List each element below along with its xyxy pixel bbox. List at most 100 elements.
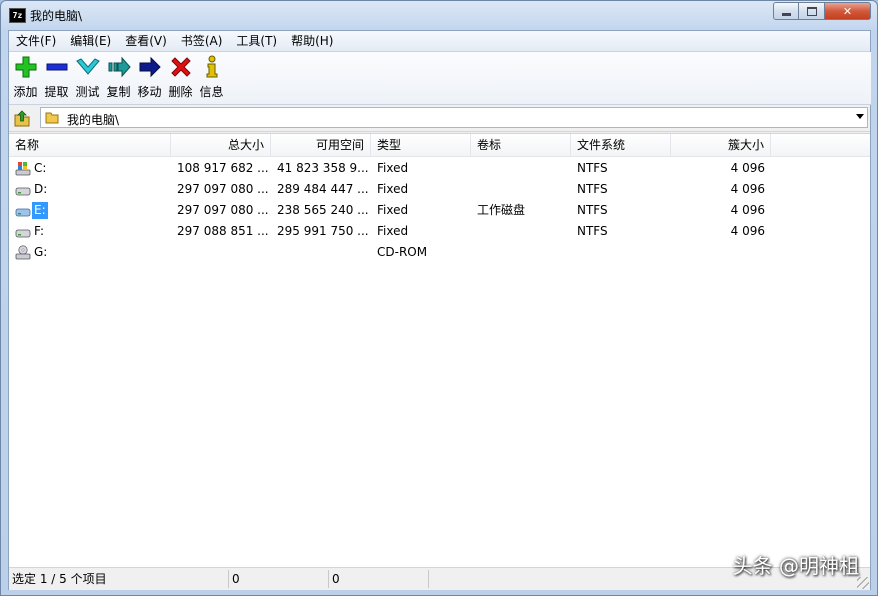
- column-volume-label[interactable]: 卷标: [471, 134, 571, 156]
- table-row[interactable]: E: 297 097 080 ... 238 565 240 ... Fixed…: [9, 200, 870, 221]
- copy-arrow-icon: [108, 56, 131, 78]
- total-size-cell: 297 097 080 ...: [177, 182, 269, 196]
- free-space-cell: 238 565 240 ...: [277, 203, 369, 217]
- test-label: 测试: [75, 85, 100, 99]
- menu-file[interactable]: 文件(F): [9, 31, 63, 51]
- system-drive-icon: [15, 162, 31, 176]
- column-total-size[interactable]: 总大小: [171, 134, 271, 156]
- file-system-cell: NTFS: [577, 224, 608, 238]
- volume-label-cell: [471, 158, 571, 179]
- extract-label: 提取: [44, 85, 69, 99]
- check-chevron-icon: [75, 58, 100, 75]
- delete-label: 删除: [168, 85, 193, 99]
- column-name[interactable]: 名称: [9, 134, 171, 156]
- volume-label-cell: 工作磁盘: [477, 203, 526, 217]
- up-folder-button[interactable]: [13, 109, 31, 127]
- client-area: 文件(F) 编辑(E) 查看(V) 书签(A) 工具(T) 帮助(H) 添加 提…: [8, 30, 871, 590]
- delete-button[interactable]: 删除: [165, 52, 196, 102]
- free-space-cell: [271, 242, 371, 263]
- close-button[interactable]: ✕: [825, 2, 871, 20]
- info-button[interactable]: 信息: [196, 52, 227, 102]
- table-row[interactable]: D: 297 097 080 ... 289 484 447 ... Fixed…: [9, 179, 870, 200]
- drive-name: D:: [34, 182, 48, 196]
- volume-label-cell: [471, 179, 571, 200]
- copy-button[interactable]: 复制: [103, 52, 134, 102]
- path-combobox[interactable]: 我的电脑\: [40, 107, 868, 128]
- menu-tools[interactable]: 工具(T): [229, 31, 284, 51]
- minimize-button[interactable]: [773, 2, 799, 20]
- hard-drive-icon: [15, 208, 31, 217]
- test-button[interactable]: 测试: [72, 52, 103, 102]
- maximize-icon: [806, 6, 817, 16]
- menu-bar: 文件(F) 编辑(E) 查看(V) 书签(A) 工具(T) 帮助(H): [9, 31, 870, 52]
- close-icon: ✕: [842, 4, 853, 18]
- type-cell: Fixed: [377, 161, 409, 175]
- cluster-size-cell: 4 096: [730, 203, 765, 217]
- path-text: 我的电脑\: [67, 113, 120, 127]
- table-row[interactable]: C: 108 917 682 ... 41 823 358 9... Fixed…: [9, 158, 870, 179]
- type-cell: Fixed: [377, 203, 409, 217]
- plus-icon: [15, 56, 36, 78]
- file-list: 名称 总大小 可用空间 类型 卷标 文件系统 簇大小 C: 108 917 68…: [9, 133, 870, 567]
- folder-icon: [45, 112, 59, 124]
- column-cluster-size[interactable]: 簇大小: [671, 134, 771, 156]
- extract-button[interactable]: 提取: [41, 52, 72, 102]
- toolbar: 添加 提取 测试 复制 移动 删除 信息: [9, 52, 871, 105]
- move-button[interactable]: 移动: [134, 52, 165, 102]
- cluster-size-cell: [671, 242, 771, 263]
- cluster-size-cell: 4 096: [730, 182, 765, 196]
- volume-label-cell: [471, 242, 571, 263]
- info-label: 信息: [199, 85, 224, 99]
- menu-help[interactable]: 帮助(H): [284, 31, 340, 51]
- add-button[interactable]: 添加: [10, 52, 41, 102]
- main-window: 7z 我的电脑\ ✕ 文件(F) 编辑(E) 查看(V) 书签(A) 工具(T)…: [0, 0, 878, 596]
- drive-name: F:: [34, 224, 45, 238]
- table-row[interactable]: G: CD-ROM: [9, 242, 870, 263]
- chevron-down-icon[interactable]: [856, 114, 864, 119]
- column-type[interactable]: 类型: [371, 134, 471, 156]
- drive-name: C:: [34, 161, 47, 175]
- drive-name: G:: [34, 245, 48, 259]
- file-system-cell: NTFS: [577, 161, 608, 175]
- info-icon: [206, 55, 217, 78]
- move-label: 移动: [137, 85, 162, 99]
- total-size-cell: 108 917 682 ...: [177, 161, 269, 175]
- menu-view[interactable]: 查看(V): [118, 31, 174, 51]
- move-arrow-icon: [139, 56, 161, 78]
- file-system-cell: NTFS: [577, 182, 608, 196]
- menu-bookmarks[interactable]: 书签(A): [174, 31, 230, 51]
- type-cell: Fixed: [377, 224, 409, 238]
- cd-drive-icon: [15, 245, 31, 260]
- add-label: 添加: [13, 85, 38, 99]
- file-system-cell: [571, 242, 671, 263]
- column-header: 名称 总大小 可用空间 类型 卷标 文件系统 簇大小: [9, 134, 870, 157]
- total-size-cell: [171, 242, 271, 263]
- minus-icon: [46, 63, 67, 71]
- copy-label: 复制: [106, 85, 131, 99]
- cluster-size-cell: 4 096: [730, 224, 765, 238]
- file-system-cell: NTFS: [577, 203, 608, 217]
- total-size-cell: 297 088 851 ...: [177, 224, 269, 238]
- maximize-button[interactable]: [799, 2, 825, 20]
- status-size: 0: [229, 570, 329, 588]
- cluster-size-cell: 4 096: [730, 161, 765, 175]
- hard-drive-icon: [15, 187, 31, 196]
- x-icon: [170, 57, 191, 77]
- table-row[interactable]: F: 297 088 851 ... 295 991 750 ... Fixed…: [9, 221, 870, 242]
- minimize-icon: [781, 12, 791, 16]
- status-selection: 选定 1 / 5 个项目: [9, 570, 229, 588]
- column-file-system[interactable]: 文件系统: [571, 134, 671, 156]
- menu-edit[interactable]: 编辑(E): [63, 31, 118, 51]
- free-space-cell: 295 991 750 ...: [277, 224, 369, 238]
- window-title: 我的电脑\: [30, 9, 83, 23]
- total-size-cell: 297 097 080 ...: [177, 203, 269, 217]
- hard-drive-icon: [15, 229, 31, 238]
- watermark: 头条 @明神柤: [732, 554, 859, 578]
- type-cell: Fixed: [377, 182, 409, 196]
- free-space-cell: 289 484 447 ...: [277, 182, 369, 196]
- column-free-space[interactable]: 可用空间: [271, 134, 371, 156]
- title-bar[interactable]: 7z 我的电脑\ ✕: [1, 1, 877, 29]
- status-packed-size: 0: [329, 570, 429, 588]
- address-bar: 我的电脑\: [9, 105, 870, 132]
- app-icon: 7z: [9, 8, 26, 23]
